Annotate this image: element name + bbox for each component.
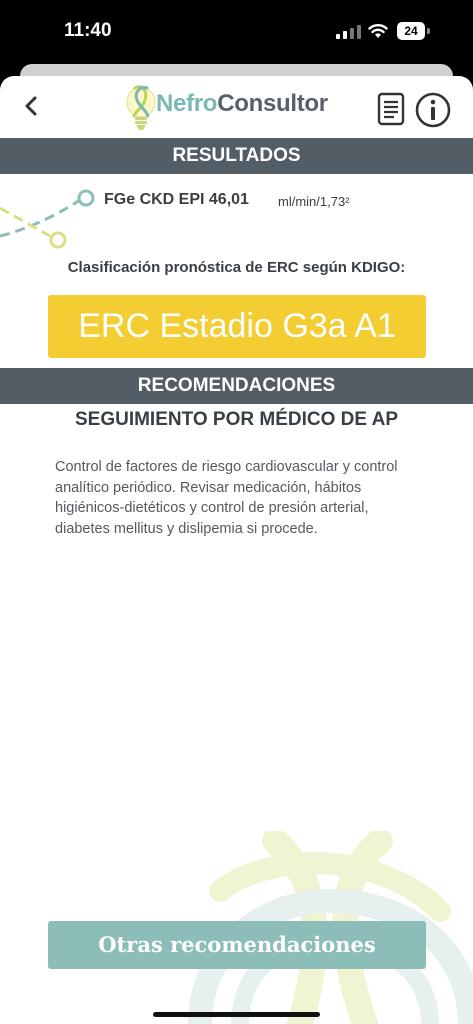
status-time: 11:40 xyxy=(64,20,112,41)
signal-icon xyxy=(336,25,361,39)
decorative-lines-icon xyxy=(0,189,95,249)
other-recommendations-button[interactable]: Otras recomendaciones xyxy=(48,921,426,969)
classification-label: Clasificación pronóstica de ERC según KD… xyxy=(67,259,406,276)
logo-text-nefro: Nefro xyxy=(156,90,218,117)
recommendations-header: RECOMENDACIONES xyxy=(0,368,473,404)
logo-text: NefroConsultor xyxy=(156,90,328,118)
recommendation-text: Control de factores de riesgo cardiovasc… xyxy=(55,459,398,537)
app-screen: NefroConsultor RESULTADOS FGe CKD EPI 46… xyxy=(0,76,473,1024)
status-bar: 11:40 24 xyxy=(0,0,473,62)
battery-icon: 24 xyxy=(397,22,431,40)
fge-unit: ml/min/1,73² xyxy=(278,194,350,209)
back-chevron-icon[interactable] xyxy=(18,90,46,122)
stage-badge: ERC Estadio G3a A1 xyxy=(48,295,426,358)
fge-value: FGe CKD EPI 46,01 xyxy=(104,191,249,208)
wifi-icon xyxy=(368,24,388,38)
app-logo: NefroConsultor xyxy=(124,82,354,134)
logo-text-consultor: Consultor xyxy=(217,90,328,117)
info-icon[interactable] xyxy=(414,91,452,129)
document-icon[interactable] xyxy=(376,92,406,126)
navigation-bar: NefroConsultor xyxy=(0,76,473,138)
follow-up-title: SEGUIMIENTO POR MÉDICO DE AP xyxy=(74,409,399,430)
battery-level: 24 xyxy=(404,24,418,38)
home-indicator[interactable] xyxy=(153,1012,320,1017)
lightbulb-logo-icon xyxy=(126,85,156,130)
results-header: RESULTADOS xyxy=(0,138,473,174)
